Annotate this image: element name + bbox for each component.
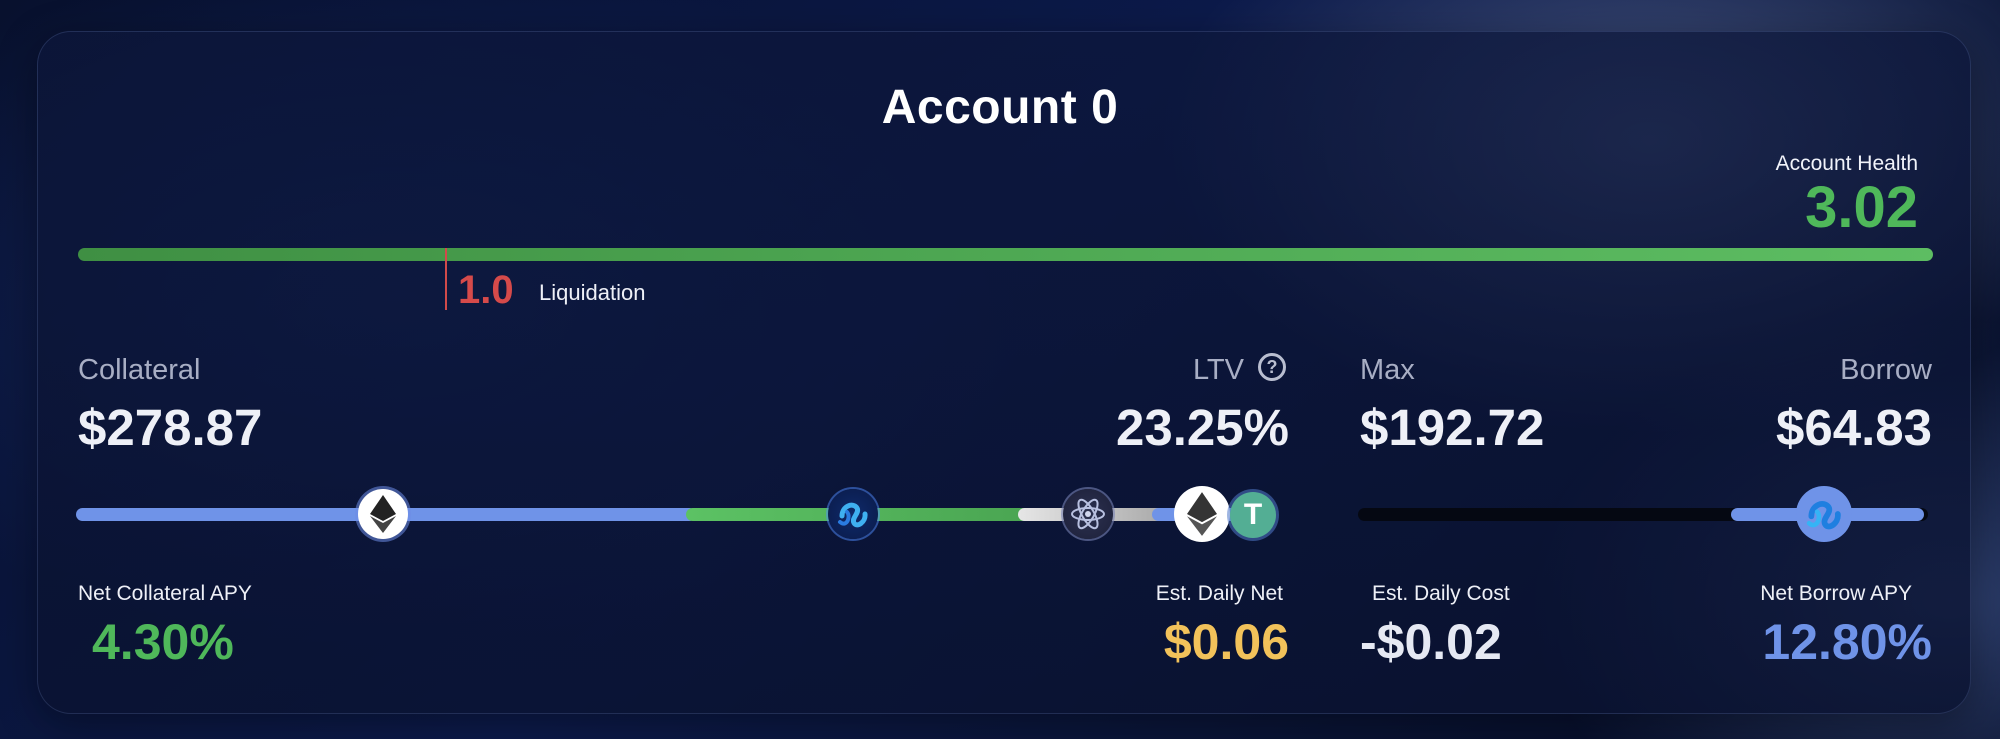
injective-glyph <box>1806 501 1841 530</box>
account-title: Account 0 <box>881 81 1119 134</box>
est-daily-cost-value: -$0.02 <box>1360 614 1502 670</box>
max-label: Max <box>1360 354 1415 386</box>
net-collateral-apy-label: Net Collateral APY <box>78 582 252 605</box>
borrow-label: Borrow <box>1840 354 1932 386</box>
help-glyph: ? <box>1266 356 1278 377</box>
eth-icon[interactable] <box>1174 486 1230 542</box>
max-value: $192.72 <box>1360 399 1545 456</box>
account-health-bar <box>78 248 1933 261</box>
collateral-value: $278.87 <box>78 399 263 456</box>
atom-glyph <box>1071 498 1105 530</box>
liquidation-marker <box>445 248 447 310</box>
injective-glyph <box>838 502 868 528</box>
est-daily-net-value: $0.06 <box>1163 614 1289 670</box>
est-daily-net-label: Est. Daily Net <box>1155 582 1283 605</box>
ltv-value: 23.25% <box>1116 399 1289 456</box>
net-borrow-apy-value: 12.80% <box>1762 614 1932 670</box>
injective-icon[interactable] <box>828 489 878 539</box>
collateral-label: Collateral <box>78 354 201 386</box>
account-health-value: 3.02 <box>1805 175 1918 240</box>
est-daily-cost-label: Est. Daily Cost <box>1372 582 1510 605</box>
account-health-label: Account Health <box>1775 152 1918 175</box>
help-icon[interactable]: ? <box>1258 353 1286 381</box>
net-collateral-apy-value: 4.30% <box>92 614 234 670</box>
eth-glyph <box>1187 492 1217 536</box>
liquidation-label: Liquidation <box>539 280 646 305</box>
usdt-icon[interactable]: T <box>1230 492 1276 538</box>
cosmos-atom-icon[interactable] <box>1063 489 1113 539</box>
borrow-value: $64.83 <box>1776 399 1932 456</box>
ltv-label: LTV <box>1192 354 1244 386</box>
liquidation-value: 1.0 <box>458 268 514 312</box>
eth-icon[interactable] <box>358 489 408 539</box>
usdt-glyph: T <box>1243 498 1263 531</box>
net-borrow-apy-label: Net Borrow APY <box>1760 582 1912 605</box>
injective-icon[interactable] <box>1796 486 1852 542</box>
eth-glyph <box>370 495 396 533</box>
